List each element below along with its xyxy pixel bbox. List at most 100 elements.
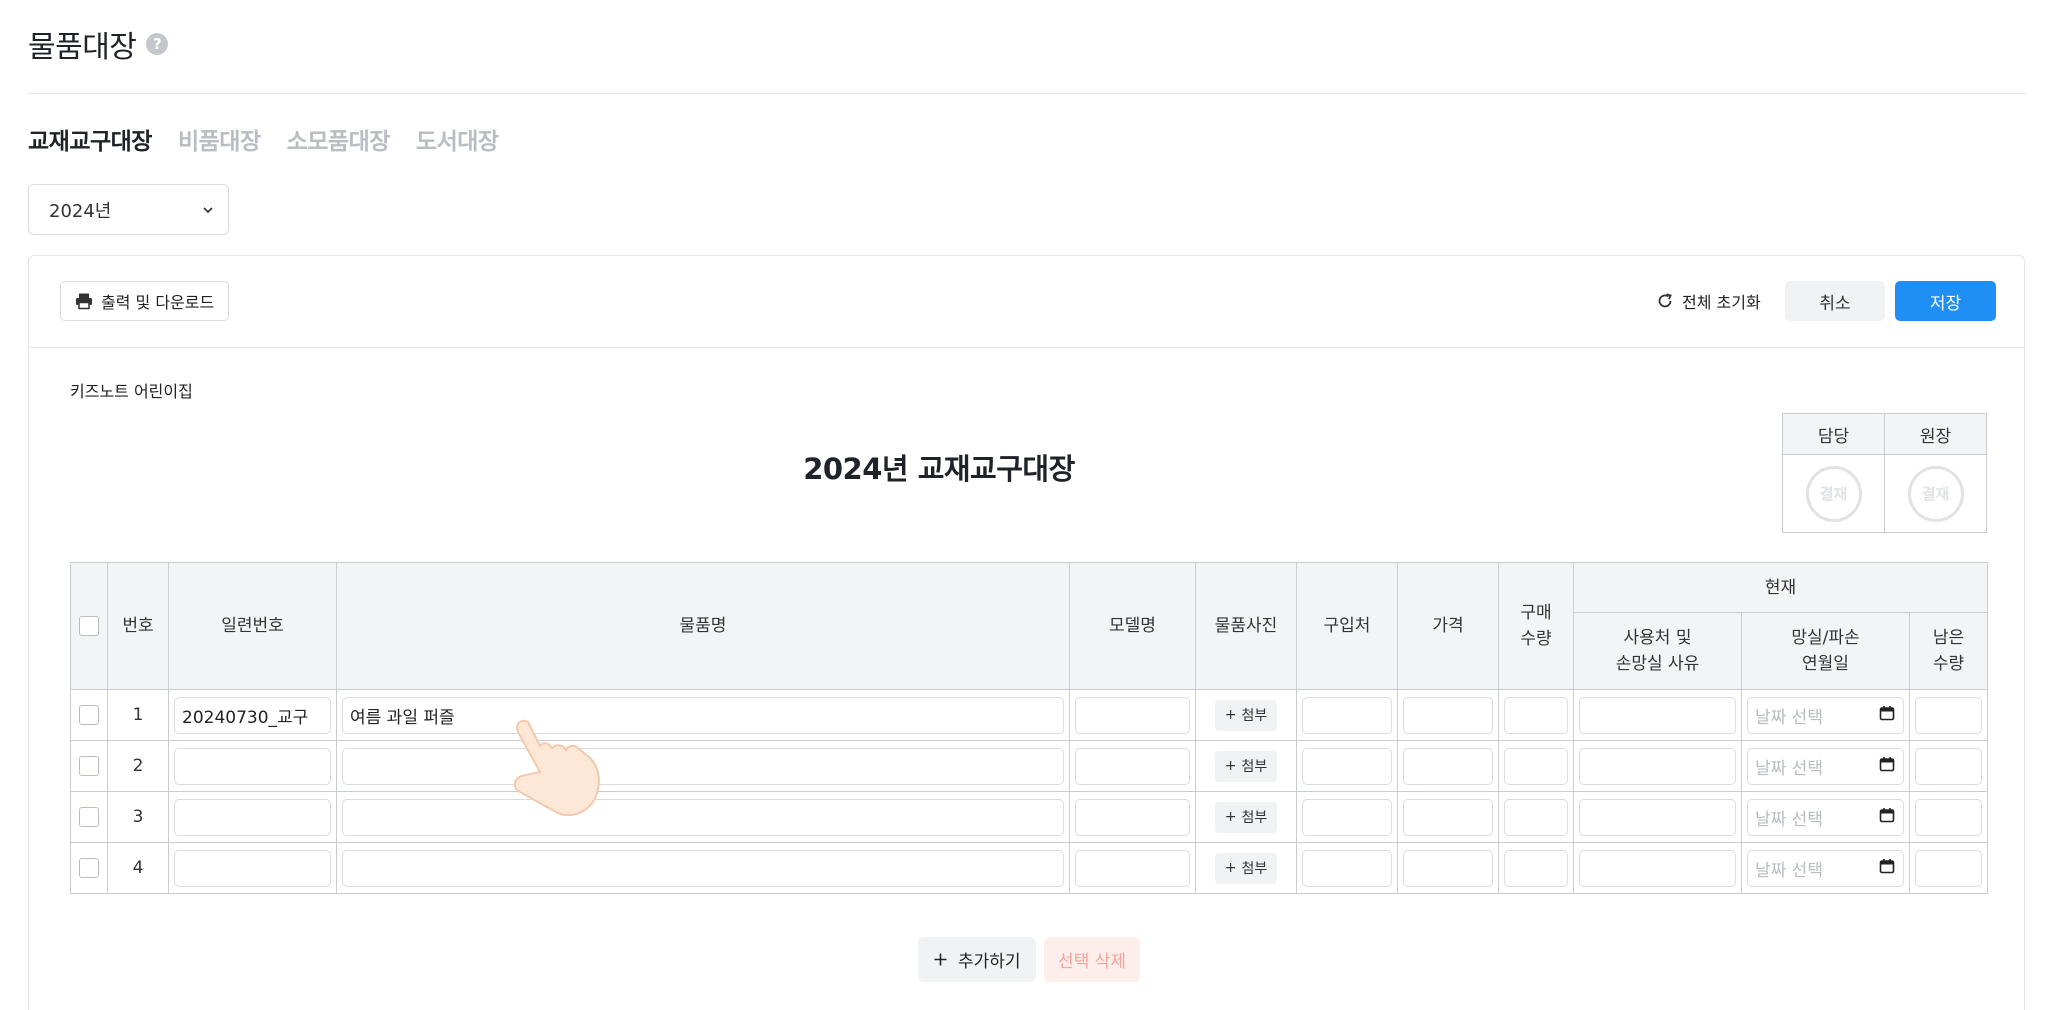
row-number: 4 [107,842,169,894]
price-cell [1397,791,1499,843]
purchase-qty-input[interactable] [1504,696,1568,734]
remaining-qty-input[interactable] [1915,696,1983,734]
usage-input[interactable] [1579,849,1736,887]
purchase-qty-input[interactable] [1504,798,1568,836]
model-input[interactable] [1075,849,1190,887]
plus-icon [934,953,947,966]
price-input[interactable] [1403,849,1493,887]
remaining-qty-input[interactable] [1915,798,1983,836]
attach-label: 첨부 [1241,810,1268,826]
photo-cell: + 첨부 [1195,740,1297,792]
col-header-item-name: 물품명 [336,562,1070,690]
row-number: 1 [107,689,169,741]
model-input[interactable] [1075,747,1190,785]
attach-photo-button[interactable]: + 첨부 [1214,852,1278,884]
usage-input[interactable] [1579,798,1736,836]
tab-consumables[interactable]: 소모품대장 [287,122,391,156]
usage-input[interactable] [1579,696,1736,734]
price-input[interactable] [1403,798,1493,836]
vendor-input[interactable] [1302,849,1392,887]
attach-photo-button[interactable]: + 첨부 [1214,699,1278,731]
print-download-button[interactable]: 출력 및 다운로드 [60,281,230,321]
cancel-button[interactable]: 취소 [1785,281,1885,321]
tab-equipment[interactable]: 비품대장 [178,122,261,156]
purchase-qty-cell [1498,791,1574,843]
chevron-down-icon [203,206,213,213]
reset-all-button[interactable]: 전체 초기화 [1656,281,1761,321]
serial-input[interactable] [174,798,331,836]
usage-cell [1573,842,1742,894]
save-button[interactable]: 저장 [1895,281,1996,321]
approval-header-director: 원장 [1884,413,1987,455]
row-number: 2 [107,740,169,792]
plus-icon: + [1224,809,1237,825]
serial-input[interactable] [174,849,331,887]
refresh-icon [1658,293,1672,308]
help-icon[interactable]: ? [146,33,169,55]
vendor-input[interactable] [1302,798,1392,836]
row-checkbox[interactable] [79,807,99,827]
usage-line-1: 사용처 및 [1623,628,1692,648]
remaining-qty-cell [1908,842,1989,894]
attach-label: 첨부 [1241,759,1268,775]
purchase-qty-input[interactable] [1504,747,1568,785]
row-checkbox[interactable] [79,705,99,725]
loss-date-picker[interactable]: 날짜 선택 [1747,849,1904,887]
model-input[interactable] [1075,696,1190,734]
serial-input[interactable] [174,747,331,785]
row-checkbox[interactable] [79,756,99,776]
price-input[interactable] [1403,747,1493,785]
remaining-qty-input[interactable] [1915,747,1983,785]
calendar-icon [1879,756,1895,777]
row-checkbox[interactable] [79,858,99,878]
vendor-input[interactable] [1302,747,1392,785]
item-name-cell [336,791,1070,843]
item-name-input[interactable] [342,798,1064,836]
vendor-cell [1296,689,1398,741]
col-header-remaining: 남은 수량 [1908,612,1989,690]
item-name-cell [336,842,1070,894]
purchase-qty-input[interactable] [1504,849,1568,887]
table-row: 2 + 첨부 날짜 선택 [70,740,1989,792]
vendor-input[interactable] [1302,696,1392,734]
plus-icon: + [1224,707,1237,723]
usage-line-2: 손망실 사유 [1615,654,1700,674]
serial-input[interactable]: 20240730_교구 [174,696,331,734]
attach-photo-button[interactable]: + 첨부 [1214,801,1278,833]
loss-date-picker[interactable]: 날짜 선택 [1747,696,1904,734]
select-all-checkbox[interactable] [79,616,99,636]
calendar-icon [1879,858,1895,879]
usage-input[interactable] [1579,747,1736,785]
tab-books[interactable]: 도서대장 [416,122,499,156]
model-cell [1069,689,1196,741]
usage-cell [1573,740,1742,792]
table-row: 1 20240730_교구 여름 과일 퍼즐 + 첨부 날짜 선택 [70,689,1989,741]
delete-selected-button[interactable]: 선택 삭제 [1044,937,1140,982]
remaining-qty-input[interactable] [1915,849,1983,887]
usage-cell [1573,791,1742,843]
item-name-input[interactable]: 여름 과일 퍼즐 [342,696,1064,734]
model-input[interactable] [1075,798,1190,836]
print-download-label: 출력 및 다운로드 [101,293,215,312]
approval-cell-staff[interactable]: 결재 [1782,454,1885,533]
page-header: 물품대장 ? [28,22,169,66]
loss-date-cell: 날짜 선택 [1741,689,1910,741]
col-header-current: 현재 [1572,562,1989,613]
year-select[interactable]: 2024년 [28,184,229,235]
item-name-input[interactable] [342,849,1064,887]
approval-box: 담당 원장 결재 결재 [1782,413,1987,533]
item-name-input[interactable] [342,747,1064,785]
price-input[interactable] [1403,696,1493,734]
add-row-button[interactable]: 추가하기 [918,937,1036,982]
col-header-model: 모델명 [1069,562,1196,690]
attach-label: 첨부 [1241,861,1268,877]
attach-photo-button[interactable]: + 첨부 [1214,750,1278,782]
purchase-qty-line-1: 구매 [1520,603,1552,623]
loss-date-line-2: 연월일 [1802,654,1849,674]
loss-date-picker[interactable]: 날짜 선택 [1747,798,1904,836]
approval-cell-director[interactable]: 결재 [1884,454,1987,533]
tab-teaching-materials[interactable]: 교재교구대장 [28,122,152,156]
remaining-qty-cell [1908,740,1989,792]
loss-date-picker[interactable]: 날짜 선택 [1747,747,1904,785]
row-select-cell [70,689,108,741]
